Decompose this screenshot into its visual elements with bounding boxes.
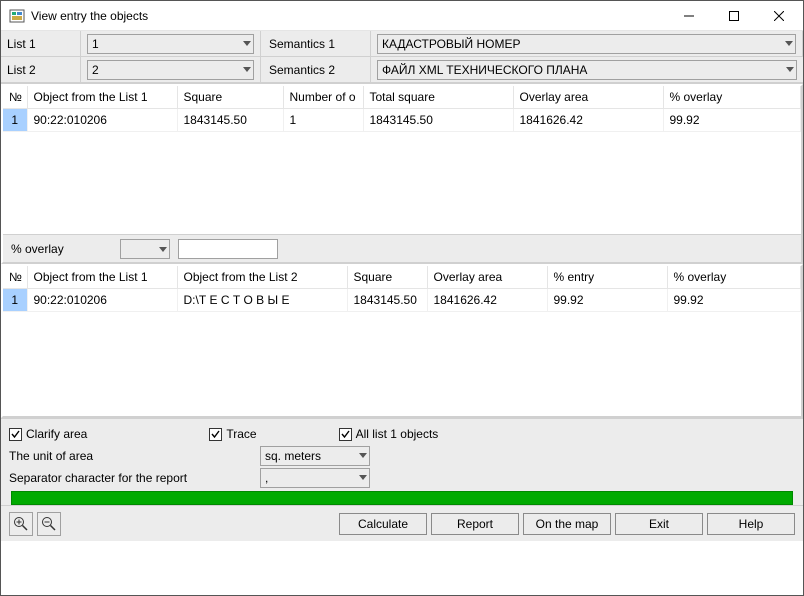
semantics1-label: Semantics 1 xyxy=(261,31,371,57)
cell-pct: 99.92 xyxy=(667,289,801,312)
cell-total: 1843145.50 xyxy=(363,109,513,132)
table2-header: № Object from the List 1 Object from the… xyxy=(3,266,801,289)
trace-label: Trace xyxy=(226,427,256,441)
unit-combo[interactable]: sq. meters xyxy=(260,446,370,466)
cell-obj1: 90:22:010206 xyxy=(27,289,177,312)
col-square[interactable]: Square xyxy=(177,86,283,109)
progress-bar xyxy=(11,491,793,505)
table1: № Object from the List 1 Square Number o… xyxy=(3,86,801,132)
semantics1-value: КАДАСТРОВЫЙ НОМЕР xyxy=(382,37,521,51)
semantics2-combo[interactable]: ФАЙЛ XML ТЕХНИЧЕСКОГО ПЛАНА xyxy=(371,57,803,83)
exit-button[interactable]: Exit xyxy=(615,513,703,535)
filter-value-input[interactable] xyxy=(178,239,278,259)
checkbox-checked-icon xyxy=(339,428,352,441)
list1-label: List 1 xyxy=(1,31,81,57)
col-obj1[interactable]: Object from the List 1 xyxy=(27,266,177,289)
main-window: View entry the objects List 1 1 Semantic… xyxy=(0,0,804,596)
footer-toolbar: Calculate Report On the map Exit Help xyxy=(1,505,803,541)
filter-op-combo[interactable] xyxy=(120,239,170,259)
options-panel: Clarify area Trace All list 1 objects Th… xyxy=(1,418,803,505)
separator-label: Separator character for the report xyxy=(9,471,254,485)
semantics2-label: Semantics 2 xyxy=(261,57,371,83)
clarify-label: Clarify area xyxy=(26,427,87,441)
chevron-down-icon xyxy=(159,242,167,256)
cell-num: 1 xyxy=(3,289,27,312)
semantics1-combo[interactable]: КАДАСТРОВЫЙ НОМЕР xyxy=(371,31,803,57)
cell-overlay: 1841626.42 xyxy=(513,109,663,132)
col-overlay[interactable]: Overlay area xyxy=(427,266,547,289)
list2-value: 2 xyxy=(92,63,99,77)
table1-scroll[interactable]: № Object from the List 1 Square Number o… xyxy=(3,86,801,234)
col-pct[interactable]: % overlay xyxy=(667,266,801,289)
all-list1-checkbox[interactable]: All list 1 objects xyxy=(339,427,439,441)
chevron-down-icon xyxy=(243,67,251,73)
table2: № Object from the List 1 Object from the… xyxy=(3,266,801,312)
titlebar: View entry the objects xyxy=(1,1,803,31)
chevron-down-icon xyxy=(786,67,794,73)
cell-pct: 99.92 xyxy=(663,109,801,132)
col-obj2[interactable]: Object from the List 2 xyxy=(177,266,347,289)
chevron-down-icon xyxy=(359,475,367,481)
table-row[interactable]: 1 90:22:010206 D:\Т Е С Т О В Ы Е 184314… xyxy=(3,289,801,312)
unit-value: sq. meters xyxy=(265,449,321,463)
top-config: List 1 1 Semantics 1 КАДАСТРОВЫЙ НОМЕР L… xyxy=(1,31,803,84)
chevron-down-icon xyxy=(359,453,367,459)
cell-entry: 99.92 xyxy=(547,289,667,312)
cell-square: 1843145.50 xyxy=(177,109,283,132)
zoom-out-button[interactable] xyxy=(37,512,61,536)
checkbox-checked-icon xyxy=(209,428,222,441)
zoom-in-button[interactable] xyxy=(9,512,33,536)
col-pct[interactable]: % overlay xyxy=(663,86,801,109)
separator-combo[interactable]: , xyxy=(260,468,370,488)
trace-checkbox[interactable]: Trace xyxy=(209,427,256,441)
list1-combo[interactable]: 1 xyxy=(81,31,261,57)
table2-panel: № Object from the List 1 Object from the… xyxy=(1,264,803,418)
maximize-button[interactable] xyxy=(711,2,756,30)
cell-count: 1 xyxy=(283,109,363,132)
clarify-checkbox[interactable]: Clarify area xyxy=(9,427,87,441)
col-overlay[interactable]: Overlay area xyxy=(513,86,663,109)
table1-header: № Object from the List 1 Square Number o… xyxy=(3,86,801,109)
col-num[interactable]: № xyxy=(3,266,27,289)
cell-obj: 90:22:010206 xyxy=(27,109,177,132)
unit-label: The unit of area xyxy=(9,449,254,463)
help-button[interactable]: Help xyxy=(707,513,795,535)
checkbox-checked-icon xyxy=(9,428,22,441)
filter-bar: % overlay xyxy=(3,234,801,262)
all-list1-label: All list 1 objects xyxy=(356,427,439,441)
table2-scroll[interactable]: № Object from the List 1 Object from the… xyxy=(3,266,801,416)
filter-label: % overlay xyxy=(11,242,64,256)
table-row[interactable]: 1 90:22:010206 1843145.50 1 1843145.50 1… xyxy=(3,109,801,132)
window-title: View entry the objects xyxy=(31,9,666,23)
list1-value: 1 xyxy=(92,37,99,51)
separator-value: , xyxy=(265,471,268,485)
chevron-down-icon xyxy=(243,41,251,47)
minimize-button[interactable] xyxy=(666,2,711,30)
zoom-out-icon xyxy=(41,516,57,532)
chevron-down-icon xyxy=(785,41,793,47)
report-button[interactable]: Report xyxy=(431,513,519,535)
col-obj[interactable]: Object from the List 1 xyxy=(27,86,177,109)
col-square[interactable]: Square xyxy=(347,266,427,289)
zoom-in-icon xyxy=(13,516,29,532)
close-button[interactable] xyxy=(756,2,801,30)
cell-overlay: 1841626.42 xyxy=(427,289,547,312)
list2-label: List 2 xyxy=(1,57,81,83)
on-map-button[interactable]: On the map xyxy=(523,513,611,535)
col-count[interactable]: Number of o xyxy=(283,86,363,109)
table1-panel: № Object from the List 1 Square Number o… xyxy=(1,84,803,264)
calculate-button[interactable]: Calculate xyxy=(339,513,427,535)
col-entry[interactable]: % entry xyxy=(547,266,667,289)
cell-obj2: D:\Т Е С Т О В Ы Е xyxy=(177,289,347,312)
col-num[interactable]: № xyxy=(3,86,27,109)
semantics2-value: ФАЙЛ XML ТЕХНИЧЕСКОГО ПЛАНА xyxy=(382,63,587,77)
col-total[interactable]: Total square xyxy=(363,86,513,109)
list2-combo[interactable]: 2 xyxy=(81,57,261,83)
cell-num: 1 xyxy=(3,109,27,132)
cell-square: 1843145.50 xyxy=(347,289,427,312)
app-icon xyxy=(9,8,25,24)
